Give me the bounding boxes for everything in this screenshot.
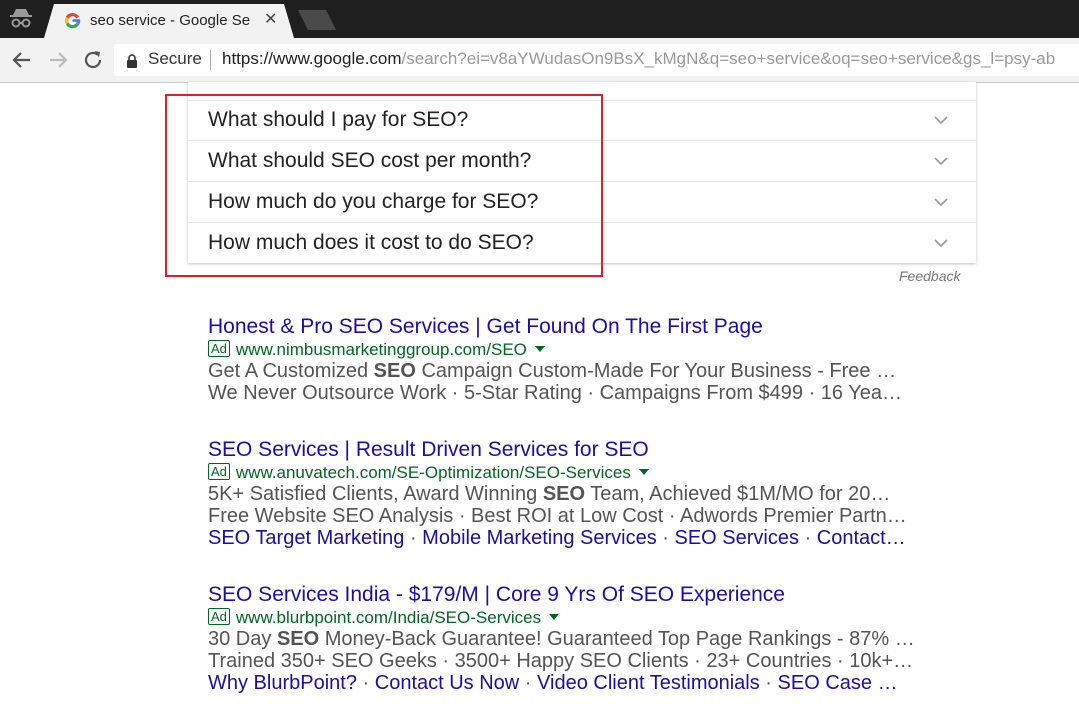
feedback-link[interactable]: Feedback <box>899 268 960 284</box>
sitelink[interactable]: Contact Us Now <box>375 672 520 694</box>
sitelink[interactable]: Why BlurbPoint? <box>208 672 357 694</box>
ad-display-url[interactable]: www.anuvatech.com/SE-Optimization/SEO-Se… <box>236 463 631 482</box>
sitelink[interactable]: Mobile Marketing Services <box>422 527 657 549</box>
chevron-down-icon <box>934 157 948 166</box>
url-text[interactable]: https://www.google.com/search?ei=v8aYWud… <box>222 49 1055 69</box>
ad-desc-keyword: SEO <box>276 628 320 650</box>
ad-title-link[interactable]: SEO Services | Result Driven Services fo… <box>208 437 968 462</box>
ad-description-line: 5K+ Satisfied Clients, Award Winning SEO… <box>208 483 963 505</box>
new-tab-button[interactable] <box>298 10 336 30</box>
ad-badge: Ad <box>208 608 230 625</box>
url-path: /search?ei=v8aYWudasOn9BsX_kMgN&q=seo+se… <box>401 49 1056 68</box>
caret-down-icon[interactable] <box>534 346 545 352</box>
browser-toolbar: Secure https://www.google.com/search?ei=… <box>0 38 1079 83</box>
ad-description-line: 30 Day SEO Money-Back Guarantee! Guarant… <box>208 628 963 650</box>
ad-url-row: Ad www.anuvatech.com/SE-Optimization/SEO-… <box>208 462 968 483</box>
tab-active[interactable]: seo service - Google Sear ✕ <box>44 4 294 38</box>
ad-desc-text: Money-Back Guarantee! Guaranteed Top Pag… <box>319 628 915 650</box>
lock-icon <box>127 54 137 68</box>
caret-down-icon[interactable] <box>549 614 560 620</box>
tab-strip: seo service - Google Sear ✕ <box>0 0 1079 38</box>
reload-icon[interactable] <box>81 48 105 72</box>
ad-desc-text: Team, Achieved $1M/MO for 20… <box>585 483 891 505</box>
ad-sitelinks: SEO Target Marketing · Mobile Marketing … <box>208 527 906 549</box>
sitelink[interactable]: SEO Target Marketing <box>208 527 404 549</box>
ad-desc-text: 5K+ Satisfied Clients, Award Winning <box>208 483 543 505</box>
google-favicon-icon <box>64 12 81 29</box>
address-bar[interactable]: Secure https://www.google.com/search?ei=… <box>114 44 1079 76</box>
ad-result: Honest & Pro SEO Services | Get Found On… <box>208 314 968 404</box>
secure-label: Secure <box>148 49 202 68</box>
chevron-down-icon <box>934 116 948 125</box>
sitelink[interactable]: Video Client Testimonials <box>537 672 760 694</box>
ad-description-line: Get A Customized SEO Campaign Custom-Mad… <box>208 360 963 382</box>
ad-title-link[interactable]: SEO Services India - $179/M | Core 9 Yrs… <box>208 582 968 607</box>
ad-badge: Ad <box>208 463 230 480</box>
chevron-down-icon <box>934 198 948 207</box>
sitelink[interactable]: SEO Case … <box>778 672 898 694</box>
ad-desc-keyword: SEO <box>373 360 416 382</box>
sitelink[interactable]: Contact… <box>817 527 906 549</box>
ad-description-line: We Never Outsource Work · 5-Star Rating … <box>208 382 902 404</box>
ad-display-url[interactable]: www.blurbpoint.com/India/SEO-Services <box>236 608 541 627</box>
url-host: https://www.google.com <box>222 49 402 68</box>
chevron-down-icon <box>934 239 948 248</box>
incognito-icon <box>10 9 32 28</box>
ad-result: SEO Services India - $179/M | Core 9 Yrs… <box>208 582 968 694</box>
ad-desc-keyword: SEO <box>542 483 586 505</box>
omnibox-divider <box>210 50 211 70</box>
tab-close-icon[interactable]: ✕ <box>264 9 277 29</box>
forward-arrow-icon[interactable] <box>46 48 70 72</box>
ad-badge: Ad <box>208 340 230 357</box>
tab-title: seo service - Google Sear <box>90 12 250 29</box>
ad-description-line: Free Website SEO Analysis · Best ROI at … <box>208 505 907 527</box>
ad-description-line: Trained 350+ SEO Geeks · 3500+ Happy SEO… <box>208 650 914 672</box>
caret-down-icon[interactable] <box>638 469 649 475</box>
ad-result: SEO Services | Result Driven Services fo… <box>208 437 968 549</box>
ad-desc-text: 30 Day <box>208 628 277 650</box>
ad-display-url[interactable]: www.nimbusmarketinggroup.com/SEO <box>236 340 527 359</box>
ad-title-link[interactable]: Honest & Pro SEO Services | Get Found On… <box>208 314 968 339</box>
ad-sitelinks: Why BlurbPoint? · Contact Us Now · Video… <box>208 672 898 694</box>
red-highlight-box <box>165 94 603 277</box>
sitelink[interactable]: SEO Services <box>674 527 798 549</box>
ad-desc-text: Campaign Custom-Made For Your Business -… <box>415 360 897 382</box>
ad-url-row: Ad www.nimbusmarketinggroup.com/SEO <box>208 339 968 360</box>
back-arrow-icon[interactable] <box>10 48 34 72</box>
ad-url-row: Ad www.blurbpoint.com/India/SEO-Services <box>208 607 968 628</box>
ad-desc-text: Get A Customized <box>208 360 374 382</box>
